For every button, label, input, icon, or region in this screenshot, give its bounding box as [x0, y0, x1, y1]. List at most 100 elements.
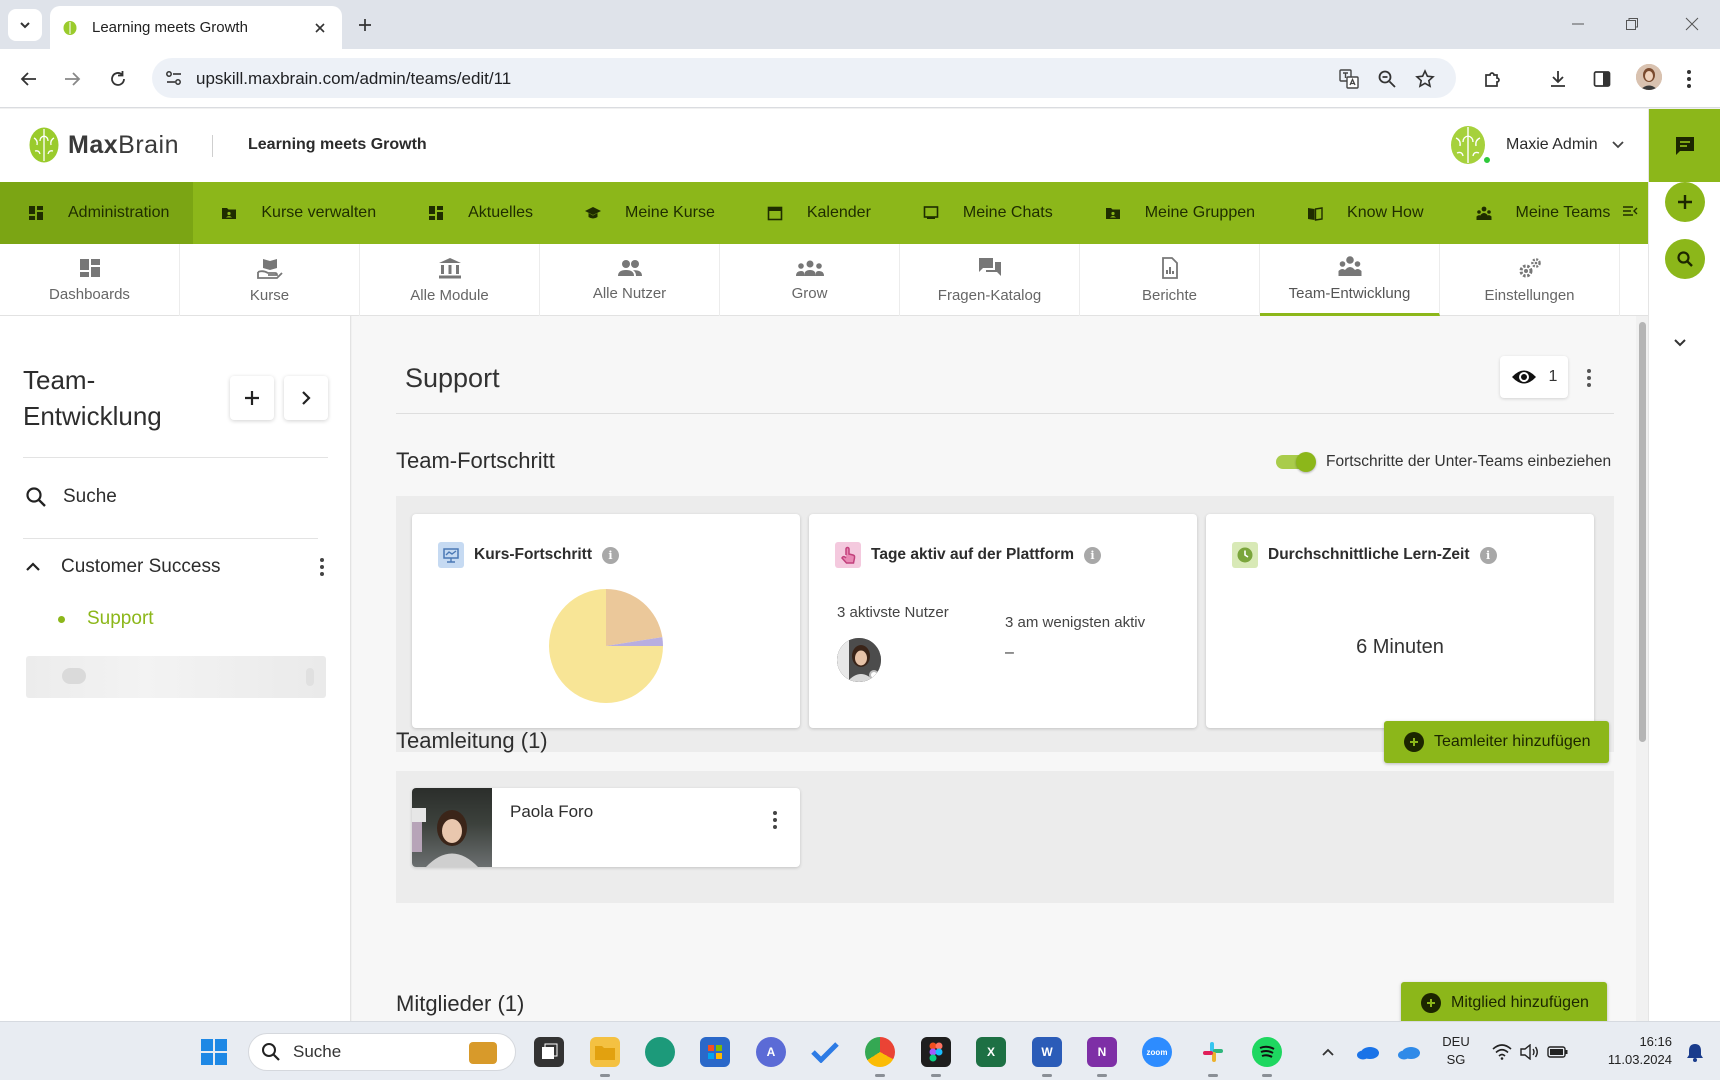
- info-icon[interactable]: i: [601, 546, 619, 564]
- address-bar[interactable]: upskill.maxbrain.com/admin/teams/edit/11: [152, 58, 1456, 98]
- toggle-knob: [1296, 452, 1316, 472]
- slack-icon[interactable]: [1198, 1037, 1228, 1067]
- content-scrollbar[interactable]: [1636, 316, 1648, 1021]
- onenote-icon[interactable]: N: [1087, 1037, 1117, 1067]
- new-tab-button[interactable]: [352, 12, 378, 38]
- graduation-cap-icon: [585, 207, 602, 219]
- store-icon[interactable]: [700, 1037, 730, 1067]
- sidebar-item-customer-success[interactable]: Customer Success: [25, 556, 325, 578]
- team-lead-panel: Paola Foro: [396, 771, 1614, 903]
- scrollbar-thumb[interactable]: [1639, 322, 1646, 742]
- team-lead-photo: [412, 788, 492, 867]
- tab-berichte[interactable]: Berichte: [1080, 244, 1260, 316]
- window-close-button[interactable]: [1672, 10, 1712, 38]
- info-icon[interactable]: i: [1479, 546, 1497, 564]
- forward-button[interactable]: [57, 64, 87, 94]
- add-team-lead-button[interactable]: Teamleiter hinzufügen: [1384, 721, 1609, 763]
- user-menu[interactable]: Maxie Admin: [1448, 125, 1624, 165]
- add-team-button[interactable]: [230, 376, 274, 420]
- more-vertical-icon[interactable]: [319, 557, 325, 577]
- onedrive-icon[interactable]: [1353, 1037, 1383, 1067]
- tab-grow[interactable]: Grow: [720, 244, 900, 316]
- include-subteams-toggle[interactable]: Fortschritte der Unter-Teams einbeziehen: [1276, 452, 1611, 472]
- maxbrain-logo[interactable]: MaxBrain: [28, 126, 179, 164]
- nav-menu-toggle[interactable]: [1622, 203, 1638, 219]
- rail-expand-button[interactable]: [1673, 338, 1687, 348]
- browser-profile-avatar[interactable]: [1636, 64, 1662, 90]
- tab-dashboards[interactable]: Dashboards: [0, 244, 180, 316]
- side-panel-button[interactable]: [1587, 64, 1617, 94]
- reload-button[interactable]: [103, 64, 133, 94]
- volume-icon[interactable]: [1514, 1037, 1544, 1067]
- sidebar-search[interactable]: Suche: [25, 486, 117, 508]
- team-lead-card[interactable]: Paola Foro: [412, 788, 800, 867]
- team-lead-options-button[interactable]: [772, 810, 778, 830]
- window-restore-button[interactable]: [1612, 10, 1652, 38]
- viewers-button[interactable]: 1: [1500, 356, 1568, 398]
- nav-item-know-how[interactable]: Know How: [1279, 182, 1447, 244]
- tab-search-button[interactable]: [8, 9, 42, 41]
- onedrive-icon[interactable]: [1394, 1037, 1424, 1067]
- tray-overflow-button[interactable]: [1313, 1037, 1343, 1067]
- rail-search-button[interactable]: [1665, 239, 1705, 279]
- nav-item-meine-chats[interactable]: Meine Chats: [895, 182, 1077, 244]
- battery-icon[interactable]: [1543, 1037, 1573, 1067]
- zoom-button[interactable]: [1374, 66, 1400, 92]
- app-icon[interactable]: A: [756, 1037, 786, 1067]
- nav-item-kalender[interactable]: Kalender: [739, 182, 895, 244]
- figma-icon[interactable]: [921, 1037, 951, 1067]
- task-view-button[interactable]: [534, 1037, 564, 1067]
- notifications-button[interactable]: [1680, 1037, 1710, 1067]
- browser-tab-active[interactable]: Learning meets Growth: [50, 6, 342, 49]
- chrome-icon[interactable]: [865, 1037, 895, 1067]
- tab-close-button[interactable]: [310, 18, 330, 38]
- zoom-icon[interactable]: zoom: [1142, 1037, 1172, 1067]
- clock[interactable]: 16:16 11.03.2024: [1590, 1033, 1672, 1069]
- add-member-button[interactable]: Mitglied hinzufügen: [1401, 982, 1607, 1021]
- excel-icon[interactable]: X: [976, 1037, 1006, 1067]
- translate-button[interactable]: [1336, 66, 1362, 92]
- file-explorer-icon[interactable]: [590, 1037, 620, 1067]
- nav-item-aktuelles[interactable]: Aktuelles: [400, 182, 557, 244]
- input-language[interactable]: DEU SG: [1438, 1033, 1474, 1069]
- expand-sidebar-button[interactable]: [284, 376, 328, 420]
- spotify-icon[interactable]: [1252, 1037, 1282, 1067]
- nav-item-administration[interactable]: Administration: [0, 182, 194, 244]
- info-icon[interactable]: i: [1083, 546, 1101, 564]
- browser-menu-button[interactable]: [1674, 64, 1704, 94]
- downloads-button[interactable]: [1543, 64, 1573, 94]
- tab-alle-module[interactable]: Alle Module: [360, 244, 540, 316]
- edge-icon[interactable]: [645, 1037, 675, 1067]
- active-user-avatar[interactable]: [837, 638, 881, 682]
- team-options-button[interactable]: [1586, 368, 1592, 388]
- extensions-button[interactable]: [1478, 64, 1508, 94]
- nav-item-kurse-verwalten[interactable]: Kurse verwalten: [193, 182, 400, 244]
- chat-icon: [1676, 136, 1694, 155]
- toggle-switch[interactable]: [1276, 452, 1316, 472]
- wifi-icon[interactable]: [1487, 1037, 1517, 1067]
- tab-fragen-katalog[interactable]: Fragen-Katalog: [900, 244, 1080, 316]
- sidebar-item-support[interactable]: Support: [58, 608, 154, 630]
- tab-einstellungen[interactable]: Einstellungen: [1440, 244, 1620, 316]
- rail-add-button[interactable]: [1665, 182, 1705, 222]
- start-button[interactable]: [199, 1037, 229, 1067]
- nav-label: Kurse verwalten: [261, 204, 377, 221]
- tab-team-entwicklung[interactable]: Team-Entwicklung: [1260, 244, 1440, 316]
- window-minimize-button[interactable]: [1558, 10, 1598, 38]
- back-button[interactable]: [14, 64, 44, 94]
- todo-icon[interactable]: [810, 1037, 840, 1067]
- search-icon: [26, 487, 46, 507]
- tab-kurse[interactable]: Kurse: [180, 244, 360, 316]
- chat-panel-button[interactable]: [1649, 109, 1720, 182]
- nav-item-meine-kurse[interactable]: Meine Kurse: [557, 182, 739, 244]
- institution-icon: [438, 257, 461, 278]
- subtab-label: Fragen-Katalog: [937, 286, 1042, 304]
- nav-item-meine-gruppen[interactable]: Meine Gruppen: [1077, 182, 1279, 244]
- word-icon[interactable]: W: [1032, 1037, 1062, 1067]
- tab-alle-nutzer[interactable]: Alle Nutzer: [540, 244, 720, 316]
- taskbar-search[interactable]: Suche: [248, 1033, 516, 1071]
- nav-item-meine-teams[interactable]: Meine Teams: [1448, 182, 1635, 244]
- bookmark-button[interactable]: [1412, 66, 1438, 92]
- more-vertical-icon: [773, 811, 777, 829]
- briefcase-icon: [469, 1042, 497, 1064]
